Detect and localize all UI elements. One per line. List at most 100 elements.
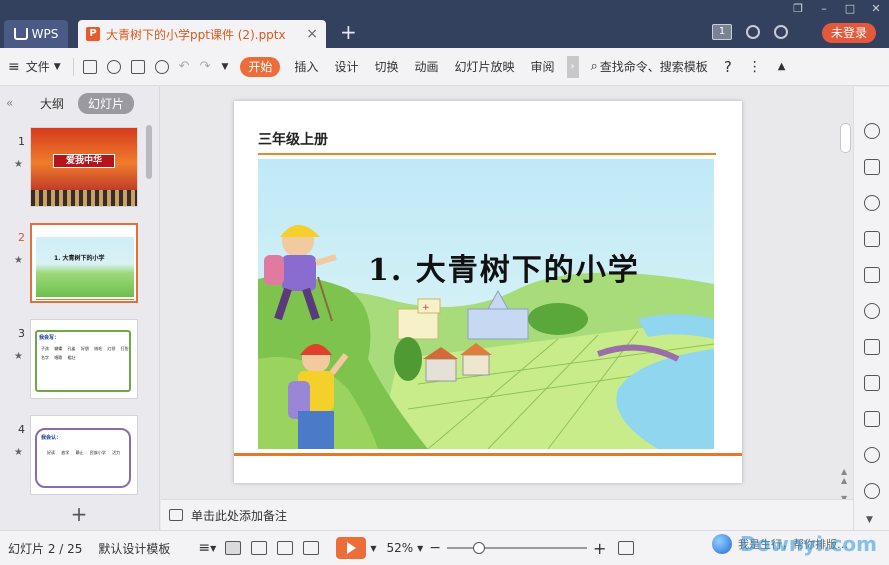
- slide-thumbnails[interactable]: 1 ★ 爱我中华 2 ★ 1. 大青树下的小学 3 ★ 我会写： 子孩 蝴蝶 孔…: [0, 119, 158, 499]
- fit-window-icon[interactable]: [618, 541, 635, 555]
- close-tab-icon[interactable]: ×: [306, 26, 318, 42]
- document-tab-label: 大青树下的小学ppt课件 (2).pptx: [106, 27, 286, 42]
- tab-review[interactable]: 审阅: [523, 48, 563, 86]
- undo-icon[interactable]: ↶: [179, 59, 190, 74]
- notes-toggle-icon[interactable]: ≡: [198, 540, 210, 556]
- animation-star-icon: ★: [14, 255, 23, 266]
- shirt-icon[interactable]: [774, 25, 788, 39]
- zoom-level[interactable]: 52%: [386, 541, 413, 555]
- settings-sliders-icon[interactable]: [864, 231, 880, 247]
- image-gallery-icon[interactable]: [864, 267, 880, 283]
- slide-header[interactable]: 三年级上册: [258, 129, 328, 149]
- chevron-down-icon[interactable]: ▼: [210, 544, 216, 553]
- presenter-view-icon[interactable]: [303, 541, 320, 555]
- list-item[interactable]: 2 ★ 1. 大青树下的小学: [0, 217, 150, 307]
- lesson-title[interactable]: 1. 大青树下的小学: [368, 245, 640, 289]
- collapse-ribbon-icon[interactable]: ▲: [770, 48, 794, 86]
- minimize-icon[interactable]: –: [811, 0, 837, 18]
- more-options-icon[interactable]: ⋮: [740, 48, 770, 86]
- main-toolbar: ≡ 文件 ▼ ↶ ↷ ▼ 开始 插入 设计 切换 动画 幻灯片放映 审阅 › ⌕…: [0, 48, 889, 86]
- window-controls: ❐ – □ ✕: [785, 0, 889, 18]
- notes-area[interactable]: 单击此处添加备注: [161, 499, 853, 530]
- new-tab-button[interactable]: +: [340, 22, 357, 42]
- file-menu-label: 文件: [25, 60, 50, 74]
- star-icon[interactable]: [864, 303, 880, 319]
- slide-panel: « 大纲 幻灯片 1 ★ 爱我中华 2 ★ 1. 大青树下的小学 3 ★ 我会写…: [0, 87, 160, 530]
- redo-icon[interactable]: ↷: [200, 59, 211, 74]
- thumbnail-scrollbar[interactable]: [146, 125, 152, 179]
- search-commands[interactable]: ⌕ 查找命令、搜索模板: [583, 48, 716, 86]
- chevron-down-icon[interactable]: ▼: [866, 515, 873, 525]
- shield-icon[interactable]: [864, 483, 880, 499]
- zoom-slider[interactable]: [447, 541, 588, 555]
- word: 粗壮: [67, 355, 76, 360]
- shapes-icon[interactable]: [864, 195, 880, 211]
- slide-number: 4: [18, 423, 25, 436]
- slide-number: 3: [18, 327, 25, 340]
- tab-animation[interactable]: 动画: [406, 48, 446, 86]
- audio-icon[interactable]: [864, 447, 880, 463]
- slide-thumbnail-3[interactable]: 我会写： 子孩 蝴蝶 孔雀 好朋 绒毛 红领 打扮 名字 唱歌 粗壮: [30, 319, 138, 399]
- archive-icon[interactable]: [864, 339, 880, 355]
- tab-design[interactable]: 设计: [326, 48, 366, 86]
- more-tabs-button[interactable]: ›: [566, 55, 579, 78]
- list-item[interactable]: 4 ★ 我会认： 好读 放学 静止 民族小学 活力: [0, 409, 150, 499]
- add-slide-button[interactable]: +: [0, 499, 158, 529]
- chevron-down-icon[interactable]: ▼: [417, 544, 423, 553]
- close-window-icon[interactable]: ✕: [863, 0, 889, 18]
- format-painter-icon[interactable]: [106, 59, 121, 74]
- chevron-down-icon[interactable]: ▼: [370, 544, 376, 553]
- copy-icon[interactable]: [864, 159, 880, 175]
- play-slideshow-button[interactable]: [336, 537, 367, 559]
- restore-icon[interactable]: ❐: [785, 0, 811, 18]
- design-template-name[interactable]: 默认设计模板: [90, 540, 178, 557]
- normal-view-icon[interactable]: [225, 541, 242, 555]
- slide-thumbnail-2[interactable]: 1. 大青树下的小学: [30, 223, 138, 303]
- picture-icon[interactable]: [864, 411, 880, 427]
- notes-placeholder[interactable]: 单击此处添加备注: [191, 507, 287, 524]
- canvas-scrollbar[interactable]: ▲▲▼▼: [838, 87, 853, 512]
- collapse-panel-icon[interactable]: «: [6, 96, 26, 110]
- zoom-out-button[interactable]: −: [429, 540, 441, 556]
- chevron-down-icon: ▼: [53, 61, 61, 72]
- footer-divider: [234, 453, 742, 456]
- maximize-icon[interactable]: □: [837, 0, 863, 18]
- toolbar-divider: [72, 57, 74, 76]
- quick-access-dropdown-icon[interactable]: ▼: [221, 62, 228, 72]
- word: 孔雀: [67, 346, 76, 351]
- window-count-badge[interactable]: 1: [712, 24, 732, 40]
- help-button[interactable]: ?: [716, 48, 740, 86]
- zoom-in-button[interactable]: +: [593, 539, 606, 558]
- file-menu[interactable]: ≡ 文件 ▼: [0, 48, 69, 86]
- tab-outline[interactable]: 大纲: [30, 93, 74, 114]
- list-item[interactable]: 3 ★ 我会写： 子孩 蝴蝶 孔雀 好朋 绒毛 红领 打扮 名字 唱歌 粗壮: [0, 313, 150, 403]
- magic-icon[interactable]: [864, 123, 880, 139]
- tab-insert[interactable]: 插入: [286, 48, 326, 86]
- slide-number: 2: [18, 231, 25, 244]
- word: 打扮: [120, 346, 129, 351]
- login-button[interactable]: 未登录: [822, 23, 876, 43]
- slide-sorter-icon[interactable]: [251, 541, 268, 555]
- tab-home[interactable]: 开始: [240, 56, 281, 77]
- list-item[interactable]: 1 ★ 爱我中华: [0, 121, 150, 211]
- wps-home-tab[interactable]: WPS: [4, 20, 68, 48]
- slide-thumbnail-4[interactable]: 我会认： 好读 放学 静止 民族小学 活力: [30, 415, 138, 495]
- tab-slides[interactable]: 幻灯片: [78, 92, 135, 114]
- tab-transition[interactable]: 切换: [366, 48, 406, 86]
- animation-star-icon: ★: [14, 351, 23, 362]
- print-preview-icon[interactable]: [154, 59, 169, 74]
- save-icon[interactable]: [82, 59, 97, 74]
- slide-thumbnail-1[interactable]: 爱我中华: [30, 127, 138, 207]
- reading-view-icon[interactable]: [277, 541, 294, 555]
- document-tab[interactable]: P 大青树下的小学ppt课件 (2).pptx ×: [78, 20, 326, 48]
- share-icon[interactable]: [864, 375, 880, 391]
- print-icon[interactable]: [130, 59, 145, 74]
- slide-canvas[interactable]: 三年级上册 + 1. 大青树下的小学: [161, 87, 853, 499]
- slide-illustration[interactable]: + 1. 大青树下的小学: [258, 159, 714, 449]
- word: 绒毛: [94, 346, 103, 351]
- skin-icon[interactable]: [746, 25, 760, 39]
- zoom-knob[interactable]: [473, 542, 486, 554]
- tab-slideshow[interactable]: 幻灯片放映: [446, 48, 522, 86]
- canvas-scroll-thumb[interactable]: [840, 123, 851, 153]
- current-slide[interactable]: 三年级上册 + 1. 大青树下的小学: [234, 101, 742, 483]
